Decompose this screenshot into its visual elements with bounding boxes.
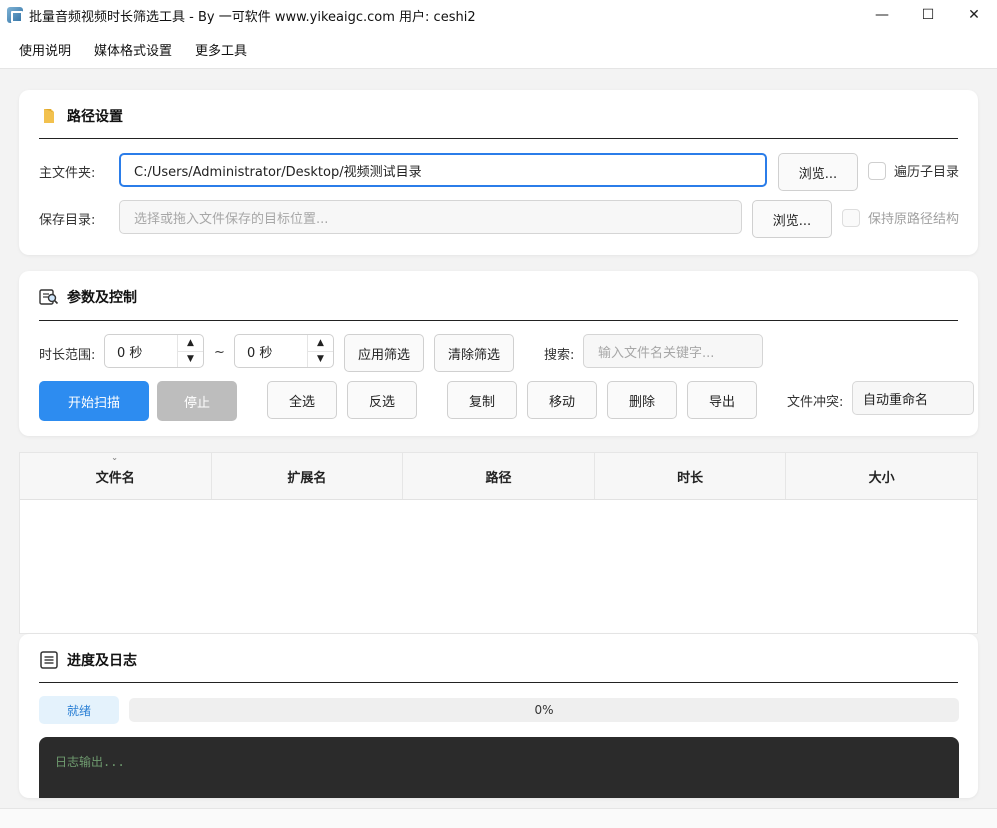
duration-range-label: 时长范围:: [39, 348, 96, 363]
column-header-extension[interactable]: 扩展名: [212, 453, 404, 499]
search-document-icon: [39, 288, 59, 306]
max-duration-value[interactable]: 0 秒: [235, 342, 307, 361]
column-header-filename[interactable]: ⌄ 文件名: [20, 453, 212, 499]
select-all-button[interactable]: 全选: [267, 381, 337, 419]
browse-save-dir-button[interactable]: 浏览...: [752, 200, 832, 238]
column-header-filename-label: 文件名: [95, 470, 135, 486]
params-title-text: 参数及控制: [67, 290, 137, 306]
copy-button[interactable]: 复制: [447, 381, 517, 419]
column-header-size[interactable]: 大小: [786, 453, 977, 499]
column-header-duration-label: 时长: [677, 470, 704, 486]
keep-structure-checkbox-box[interactable]: [842, 208, 860, 227]
list-document-icon: [39, 651, 59, 669]
clear-filter-button[interactable]: 清除筛选: [434, 334, 514, 372]
column-header-path-label: 路径: [485, 470, 512, 486]
app-logo-icon: [7, 7, 23, 23]
save-dir-input[interactable]: 选择或拖入文件保存的目标位置...: [119, 200, 742, 234]
column-header-size-label: 大小: [868, 470, 895, 486]
decrement-icon[interactable]: ▼: [178, 352, 203, 368]
browse-main-folder-button[interactable]: 浏览...: [778, 153, 858, 191]
save-dir-label: 保存目录:: [39, 213, 96, 228]
min-duration-arrows[interactable]: ▲ ▼: [177, 335, 203, 367]
stop-button[interactable]: 停止: [157, 381, 237, 421]
table-header: ⌄ 文件名 扩展名 路径 时长 大小: [20, 453, 977, 500]
max-duration-arrows[interactable]: ▲ ▼: [307, 335, 333, 367]
log-output[interactable]: 日志输出...: [39, 737, 959, 798]
folder-icon: [39, 107, 59, 125]
recurse-subdirs-checkbox[interactable]: 遍历子目录: [868, 161, 959, 180]
recurse-checkbox-label: 遍历子目录: [894, 165, 960, 180]
keep-structure-checkbox[interactable]: 保持原路径结构: [842, 208, 959, 227]
keep-structure-checkbox-label: 保持原路径结构: [868, 212, 960, 227]
progress-percent-text: 0%: [534, 703, 554, 717]
max-duration-stepper[interactable]: 0 秒 ▲ ▼: [234, 334, 334, 368]
increment-icon[interactable]: ▲: [308, 335, 333, 352]
menu-bar: 使用说明 媒体格式设置 更多工具: [0, 30, 997, 69]
progress-bar: 0%: [129, 698, 959, 722]
search-input[interactable]: 输入文件名关键字...: [583, 334, 763, 368]
path-settings-title: 路径设置: [39, 106, 123, 126]
start-scan-button[interactable]: 开始扫描: [39, 381, 149, 421]
divider: [39, 682, 958, 683]
minimize-button[interactable]: —: [859, 0, 905, 30]
progress-log-title-text: 进度及日志: [67, 653, 137, 669]
export-button[interactable]: 导出: [687, 381, 757, 419]
move-button[interactable]: 移动: [527, 381, 597, 419]
menu-item-more-tools[interactable]: 更多工具: [188, 30, 254, 69]
recurse-checkbox-box[interactable]: [868, 161, 886, 180]
progress-log-card: 进度及日志 就绪 0% 日志输出...: [19, 634, 978, 798]
increment-icon[interactable]: ▲: [178, 335, 203, 352]
divider: [39, 138, 958, 139]
min-duration-stepper[interactable]: 0 秒 ▲ ▼: [104, 334, 204, 368]
main-folder-label: 主文件夹:: [39, 166, 96, 181]
params-card: 参数及控制 时长范围: 0 秒 ▲ ▼ ~ 0 秒 ▲ ▼ 应用筛选 清除筛选 …: [19, 271, 978, 436]
apply-filter-button[interactable]: 应用筛选: [344, 334, 424, 372]
column-header-extension-label: 扩展名: [287, 470, 327, 486]
menu-item-help[interactable]: 使用说明: [12, 30, 78, 69]
path-settings-card: 路径设置 主文件夹: C:/Users/Administrator/Deskto…: [19, 90, 978, 255]
invert-selection-button[interactable]: 反选: [347, 381, 417, 419]
params-title: 参数及控制: [39, 287, 137, 307]
path-settings-title-text: 路径设置: [67, 109, 123, 125]
main-folder-input[interactable]: C:/Users/Administrator/Desktop/视频测试目录: [119, 153, 767, 187]
progress-log-title: 进度及日志: [39, 650, 137, 670]
column-header-duration[interactable]: 时长: [595, 453, 787, 499]
status-bar: [0, 808, 997, 828]
min-duration-value[interactable]: 0 秒: [105, 342, 177, 361]
column-header-path[interactable]: 路径: [403, 453, 595, 499]
delete-button[interactable]: 删除: [607, 381, 677, 419]
table-body[interactable]: [20, 500, 977, 633]
range-separator: ~: [214, 345, 225, 360]
results-table: ⌄ 文件名 扩展名 路径 时长 大小: [19, 452, 978, 634]
file-conflict-select[interactable]: 自动重命名: [852, 381, 974, 415]
close-button[interactable]: ✕: [951, 0, 997, 30]
maximize-button[interactable]: ☐: [905, 0, 951, 30]
menu-item-media-format[interactable]: 媒体格式设置: [87, 30, 179, 69]
window-title: 批量音频视频时长筛选工具 - By 一可软件 www.yikeaigc.com …: [29, 9, 476, 25]
search-label: 搜索:: [544, 348, 575, 363]
window-controls: — ☐ ✕: [859, 0, 997, 30]
file-conflict-label: 文件冲突:: [787, 395, 844, 410]
decrement-icon[interactable]: ▼: [308, 352, 333, 368]
status-badge: 就绪: [39, 696, 119, 724]
title-bar: 批量音频视频时长筛选工具 - By 一可软件 www.yikeaigc.com …: [0, 0, 997, 30]
sort-chevron-icon: ⌄: [111, 453, 118, 462]
divider: [39, 320, 958, 321]
